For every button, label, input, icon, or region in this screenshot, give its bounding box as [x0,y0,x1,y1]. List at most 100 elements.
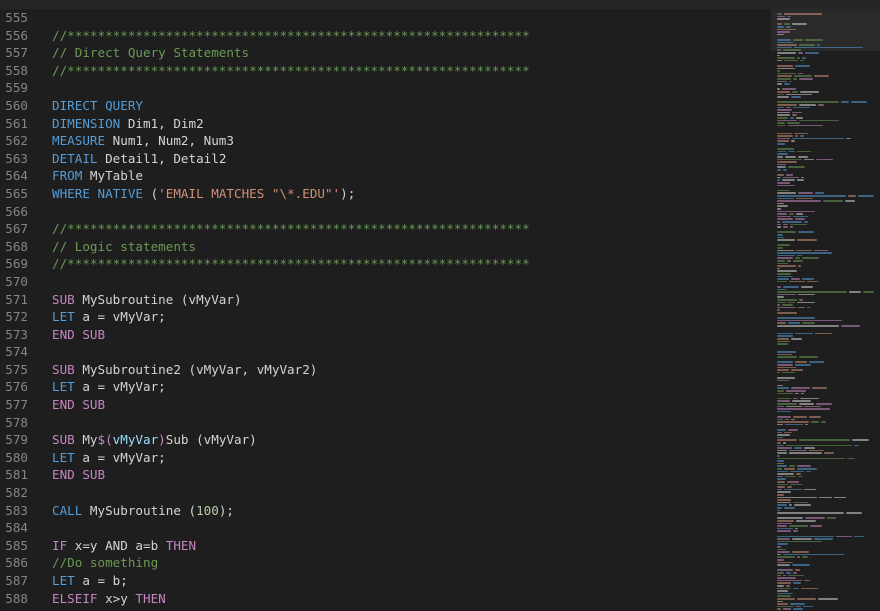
code-token: MySubroutine (vMyVar) [74,291,242,307]
code-line[interactable]: 575 SUB MySubroutine2 (vMyVar, vMyVar2) [0,361,770,379]
minimap-line [777,351,796,353]
minimap-line [777,481,785,483]
minimap-line [777,317,815,319]
line-number: 578 [5,414,28,430]
code-line[interactable]: 558 //***********************************… [0,62,770,80]
code-line[interactable]: 561 DIMENSION Dim1, Dim2 [0,115,770,133]
minimap-line [777,158,802,161]
minimap-line [789,213,794,215]
line-number: 559 [5,80,28,96]
code-line[interactable]: 587 LET a = b; [0,572,770,590]
minimap-line [814,538,833,540]
minimap-line [785,156,796,158]
code-line[interactable]: 573 END SUB [0,326,770,344]
minimap-line [777,176,781,179]
minimap-line [783,176,799,179]
minimap-line [795,569,800,571]
minimap-line [777,577,796,579]
minimap-line [777,262,788,265]
code-line[interactable]: 582 [0,484,770,502]
minimap-line [806,470,811,473]
minimap-line [797,468,817,470]
code-token: END SUB [52,467,106,483]
minimap-line [777,400,790,402]
minimap-line [785,418,789,421]
minimap-line [796,473,801,475]
line-number: 575 [5,361,28,377]
line-number: 584 [5,520,28,536]
code-line[interactable]: 562 MEASURE Num1, Num2, Num3 [0,132,770,150]
minimap-line [802,257,819,259]
code-line[interactable]: 567 //***********************************… [0,220,770,238]
minimap-line [777,301,786,304]
minimap-line [777,429,786,431]
code-text: WHERE NATIVE ('EMAIL MATCHES "\*.EDU"'); [52,185,355,203]
minimap-line [777,278,789,280]
minimap-line [777,392,793,395]
minimap-line [777,444,784,447]
code-line[interactable]: 571 SUB MySubroutine (vMyVar) [0,291,770,309]
code-line[interactable]: 559 [0,79,770,97]
minimap-line [777,192,796,194]
code-text: ELSEIF x>y THEN [52,590,166,608]
minimap-line [790,117,794,119]
minimap-line [777,559,784,561]
code-line[interactable]: 579 SUB My$(vMyVar)Sub (vMyVar) [0,431,770,449]
minimap-line [794,132,808,135]
code-line[interactable]: 566 [0,203,770,221]
code-text: // Logic statements [52,238,196,256]
minimap-line [777,353,792,356]
minimap[interactable] [771,9,880,611]
minimap-line [858,195,874,197]
minimap-line [777,364,793,366]
minimap-line [777,470,788,473]
code-line[interactable]: 568 // Logic statements [0,238,770,256]
minimap-line [777,286,781,288]
code-line[interactable]: 580 LET a = vMyVar; [0,449,770,467]
code-token: MEASURE [52,133,106,149]
code-line[interactable]: 574 [0,343,770,361]
minimap-line [800,397,819,400]
minimap-line [815,192,824,194]
minimap-line [777,54,780,57]
code-line[interactable]: 586 //Do something [0,554,770,572]
minimap-line [777,208,781,210]
minimap-line [777,556,795,558]
code-line[interactable]: 581 END SUB [0,466,770,484]
minimap-line [777,124,786,127]
code-line[interactable]: 569 //***********************************… [0,255,770,273]
minimap-line [795,218,805,220]
minimap-line [777,280,787,283]
code-line[interactable]: 563 DETAIL Detail1, Detail2 [0,150,770,168]
code-line[interactable]: 588 ELSEIF x>y THEN [0,590,770,608]
code-line[interactable]: 556 //***********************************… [0,27,770,45]
minimap-line [818,598,838,600]
minimap-line [777,72,796,75]
code-line[interactable]: 557 // Direct Query Statements [0,44,770,62]
minimap-line [777,70,780,72]
code-line[interactable]: 572 LET a = vMyVar; [0,308,770,326]
code-line[interactable]: 555 [0,9,770,27]
code-line[interactable]: 564 FROM MyTable [0,167,770,185]
code-line[interactable]: 578 [0,414,770,432]
minimap-line [777,418,783,421]
minimap-line [777,78,791,80]
minimap-line [814,249,828,252]
code-token: x>y [97,590,136,606]
line-number: 571 [5,291,28,307]
code-line[interactable]: 560 DIRECT QUERY [0,97,770,115]
code-line[interactable]: 570 [0,273,770,291]
code-line[interactable]: 584 [0,519,770,537]
minimap-line [787,260,791,262]
minimap-line [777,434,790,436]
code-line[interactable]: 577 END SUB [0,396,770,414]
line-number: 587 [5,573,28,588]
code-line[interactable]: 565 WHERE NATIVE ('EMAIL MATCHES "\*.EDU"… [0,185,770,203]
code-line[interactable]: 585 IF x=y AND a=b THEN [0,537,770,555]
code-line[interactable]: 576 LET a = vMyVar; [0,378,770,396]
code-token: a = b; [74,573,128,588]
minimap-line [789,80,792,83]
code-token: SUB [52,291,75,307]
code-line[interactable]: 583 CALL MySubroutine (100); [0,502,770,520]
code-editor[interactable]: 555 556 //********************************… [0,9,770,611]
